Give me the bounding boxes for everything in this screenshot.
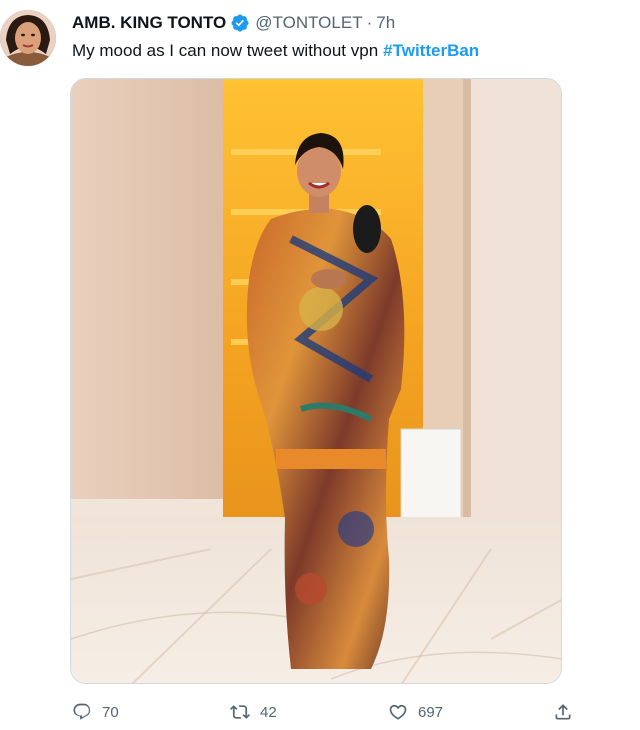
tweet-photo[interactable] (70, 78, 562, 684)
reply-icon (73, 703, 91, 720)
retweet-button[interactable]: 42 (230, 694, 277, 730)
share-button[interactable] (553, 694, 573, 730)
share-icon (555, 704, 571, 720)
retweet-icon (230, 705, 250, 719)
hashtag-link[interactable]: #TwitterBan (383, 41, 479, 60)
like-count: 697 (418, 703, 444, 721)
tweet-actions: 70 42 697 (0, 694, 640, 730)
tweet[interactable]: AMB. KING TONTO @TONTOLET · 7h My mood a… (0, 0, 640, 729)
author-handle[interactable]: @TONTOLET (255, 12, 362, 34)
reply-button[interactable]: 70 (72, 694, 119, 730)
retweet-count: 42 (260, 703, 277, 721)
like-button[interactable]: 697 (388, 694, 443, 730)
tweet-text: My mood as I can now tweet without vpn #T… (72, 40, 479, 62)
author-name[interactable]: AMB. KING TONTO (72, 12, 226, 34)
separator-dot: · (366, 13, 373, 32)
reply-count: 70 (102, 703, 119, 721)
timestamp[interactable]: 7h (376, 12, 395, 34)
verified-badge-icon (230, 13, 250, 33)
tweet-body: My mood as I can now tweet without vpn (72, 41, 379, 60)
like-icon (389, 704, 407, 720)
avatar[interactable] (0, 10, 56, 66)
tweet-header: AMB. KING TONTO @TONTOLET · 7h (72, 12, 395, 34)
